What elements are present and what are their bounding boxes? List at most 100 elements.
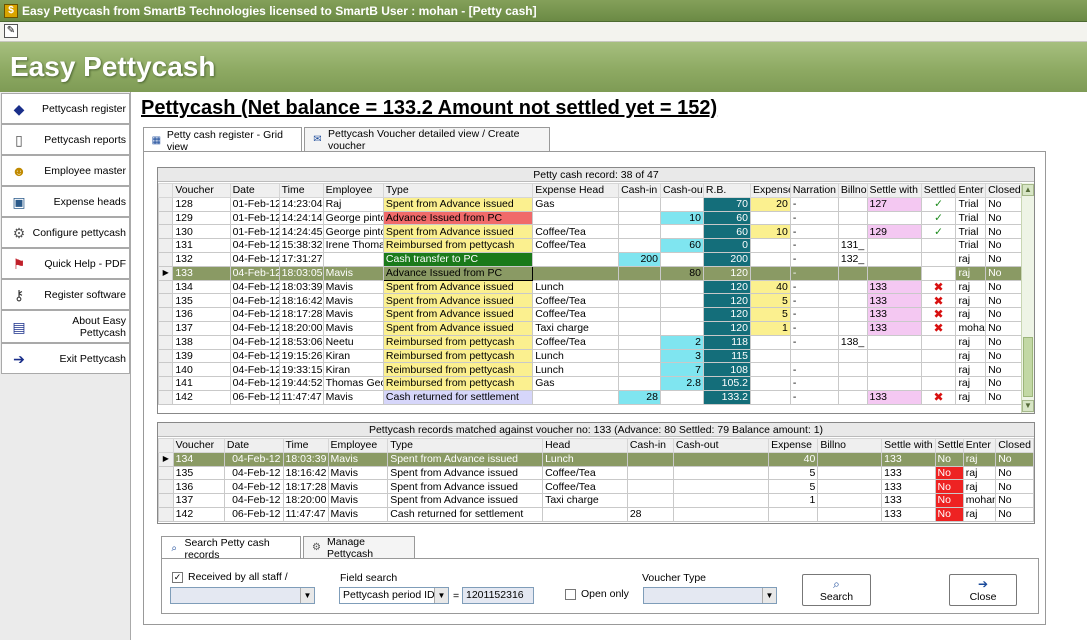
cell-billno[interactable] — [837, 376, 868, 391]
column-header-cash-in[interactable]: Cash-in — [618, 183, 661, 198]
row-selector[interactable] — [158, 279, 174, 295]
cell-cash-out[interactable] — [672, 506, 770, 522]
cell-cash-in[interactable]: 200 — [618, 251, 661, 267]
cell-cash-in[interactable] — [626, 465, 674, 481]
cell-date[interactable]: 04-Feb-12 — [229, 265, 280, 281]
cell-expense-head[interactable]: Gas — [532, 196, 620, 212]
column-header-expense[interactable]: Expense — [768, 438, 819, 453]
cell-employee[interactable]: Mavis — [322, 307, 384, 322]
cell-settled[interactable] — [920, 238, 957, 253]
cell-closed[interactable]: No — [995, 451, 1034, 467]
cell-cash-in[interactable]: 28 — [626, 506, 674, 522]
field-search-select[interactable]: Pettycash period ID ▼ — [339, 587, 449, 604]
row-selector[interactable] — [158, 210, 174, 226]
cell-employee[interactable]: Mavis — [322, 293, 384, 309]
table-row[interactable]: 137 04-Feb-12 18:20:00 Mavis Spent from Adva… — [158, 320, 1023, 336]
cell-expense[interactable] — [749, 238, 791, 253]
sidebar-item-exit[interactable]: ➔ Exit Pettycash — [1, 343, 130, 374]
cell-settle-with[interactable]: 133 — [866, 293, 922, 309]
row-selector[interactable] — [158, 293, 174, 309]
cell-employee[interactable]: Irene Thomas — [322, 238, 384, 253]
cell-expense[interactable] — [749, 334, 791, 350]
cell-billno[interactable] — [817, 451, 883, 467]
table-row[interactable]: 142 06-Feb-12 11:47:47 Mavis Cash returned f… — [158, 506, 1034, 522]
cell-settled[interactable]: No — [934, 465, 964, 481]
cell-closed[interactable]: No — [995, 493, 1034, 508]
cell-closed[interactable]: No — [985, 376, 1023, 391]
row-selector[interactable] — [158, 320, 174, 336]
cell-voucher[interactable]: 142 — [172, 506, 225, 522]
sidebar-item-about[interactable]: ▤ About Easy Pettycash — [1, 310, 130, 343]
cross-icon[interactable]: ✖ — [920, 265, 957, 281]
cell-enter[interactable]: raj — [955, 362, 987, 378]
column-header-date[interactable]: Date — [223, 438, 284, 453]
cell-enter[interactable]: Trial — [955, 238, 987, 253]
cell-enter[interactable]: raj — [955, 279, 987, 295]
cell-type[interactable]: Reimbursed from pettycash — [382, 348, 534, 364]
cell-cash-in[interactable] — [618, 210, 661, 226]
cell-enter[interactable]: raj — [955, 376, 987, 391]
cell-date[interactable]: 04-Feb-12 — [229, 279, 280, 295]
cell-enter[interactable]: raj — [962, 465, 997, 481]
cell-enter[interactable]: raj — [955, 251, 987, 267]
table-row[interactable]: 134 04-Feb-12 18:03:39 Mavis Spent from Adva… — [158, 279, 1023, 295]
cross-icon[interactable]: ✖ — [920, 307, 957, 322]
cell-settled[interactable]: No — [934, 493, 964, 508]
cell-closed[interactable]: No — [985, 320, 1023, 336]
column-header-time[interactable]: Time — [282, 438, 329, 453]
cell-narration[interactable]: - — [789, 210, 839, 226]
cell-type[interactable]: Reimbursed from pettycash — [382, 238, 534, 253]
open-only-checkbox[interactable] — [565, 589, 576, 600]
sidebar-item-configure-pettycash[interactable]: ⚙ Configure pettycash — [1, 217, 130, 248]
table-row[interactable]: 136 04-Feb-12 18:17:28 Mavis Spent from Adva… — [158, 307, 1023, 322]
cell-voucher[interactable]: 142 — [172, 389, 231, 405]
row-selector[interactable] — [158, 479, 174, 495]
cell-settled[interactable] — [920, 376, 957, 391]
cell-expense-head[interactable] — [532, 210, 620, 226]
cross-icon[interactable]: ✖ — [920, 320, 957, 336]
row-selector[interactable] — [158, 238, 174, 253]
cell-cash-out[interactable] — [659, 224, 704, 240]
cell-billno[interactable]: 138_ — [837, 334, 868, 350]
cell-time[interactable]: 19:15:26 — [278, 348, 324, 364]
cell-cash-out[interactable] — [672, 465, 770, 481]
cell-billno[interactable] — [817, 479, 883, 495]
cell-voucher[interactable]: 137 — [172, 493, 225, 508]
cell-settle-with[interactable]: 133 — [881, 451, 936, 467]
cell-time[interactable]: 11:47:47 — [278, 389, 324, 405]
cell-expense-head[interactable]: Coffee/Tea — [532, 238, 620, 253]
cell-expense[interactable]: 40 — [749, 279, 791, 295]
scroll-down-icon[interactable]: ▼ — [1022, 400, 1034, 412]
check-icon[interactable]: ✓ — [920, 210, 957, 226]
cell-settle-with[interactable]: 133 — [866, 307, 922, 322]
cell-rb[interactable]: 120 — [702, 279, 751, 295]
cell-employee[interactable]: Mavis — [327, 506, 389, 522]
edit-icon[interactable]: ✎ — [4, 24, 18, 38]
tab-search-records[interactable]: ⌕ Search Petty cash records — [161, 536, 301, 561]
cell-billno[interactable] — [837, 196, 868, 212]
column-header-rb[interactable]: R.B. — [702, 183, 751, 198]
cell-cash-out[interactable] — [659, 196, 704, 212]
column-header-head[interactable]: Head — [542, 438, 628, 453]
table-row[interactable]: 140 04-Feb-12 19:33:15 Kiran Reimbursed from… — [158, 362, 1023, 378]
cell-type[interactable]: Spent from Advance issued — [387, 451, 544, 467]
cell-rb[interactable]: 120 — [702, 265, 751, 281]
cell-settle-with[interactable]: 127 — [866, 196, 922, 212]
row-selector[interactable]: ▶ — [158, 451, 174, 467]
cell-billno[interactable] — [837, 210, 868, 226]
cell-billno[interactable]: 132_ — [837, 251, 868, 267]
cell-type[interactable]: Advance Issued from PC — [382, 210, 534, 226]
window-titlebar[interactable]: $ Easy Pettycash from SmartB Technologie… — [0, 0, 1087, 22]
cell-narration[interactable]: - — [789, 376, 839, 391]
row-selector[interactable] — [158, 376, 174, 391]
cell-cash-out[interactable] — [659, 307, 704, 322]
cell-narration[interactable]: - — [789, 238, 839, 253]
cell-expense[interactable] — [749, 210, 791, 226]
cell-employee[interactable]: Kiran — [322, 348, 384, 364]
cell-employee[interactable]: Mavis — [327, 451, 389, 467]
cell-settle-with[interactable] — [866, 376, 922, 391]
cell-settle-with[interactable]: 133 — [881, 506, 936, 522]
cell-date[interactable]: 04-Feb-12 — [229, 334, 280, 350]
cell-closed[interactable]: No — [985, 196, 1023, 212]
cell-enter[interactable]: Trial — [955, 196, 987, 212]
